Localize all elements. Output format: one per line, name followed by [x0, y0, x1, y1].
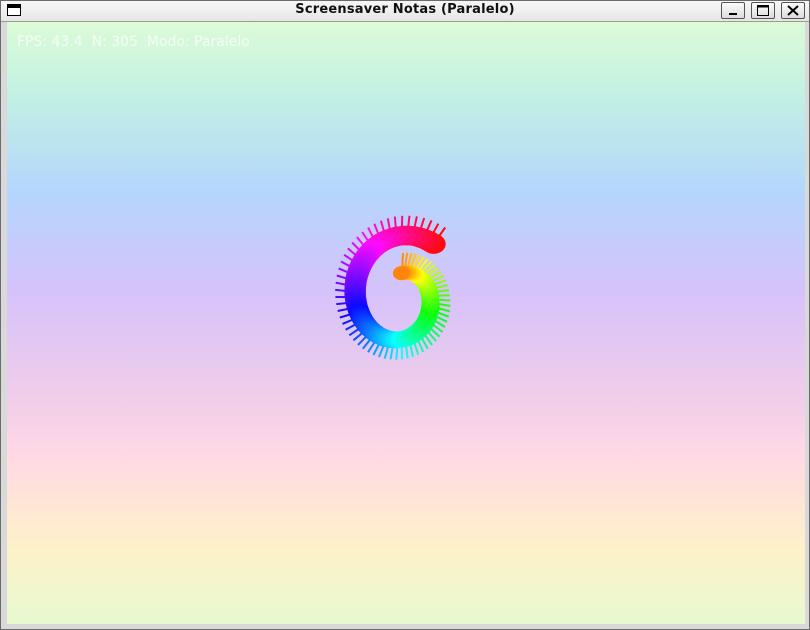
close-button[interactable] [781, 2, 805, 19]
note-stem [401, 252, 404, 268]
note-stem [412, 340, 420, 355]
maximize-button[interactable] [751, 2, 775, 19]
title-bar[interactable]: Screensaver Notas (Paralelo) [1, 1, 809, 22]
maximize-icon [757, 5, 769, 16]
minimize-button[interactable] [721, 2, 745, 19]
minimize-icon [729, 13, 737, 15]
rainbow-spiral-art [335, 215, 451, 360]
close-icon [787, 5, 799, 16]
app-window: Screensaver Notas (Paralelo) FPS: 43.4 N… [0, 0, 810, 630]
note-head [393, 266, 409, 281]
screensaver-canvas[interactable]: FPS: 43.4 N: 305 Modo: Paralelo [7, 22, 805, 624]
note-stem [395, 345, 399, 360]
window-title: Screensaver Notas (Paralelo) [295, 2, 515, 17]
note-stem [404, 252, 409, 267]
